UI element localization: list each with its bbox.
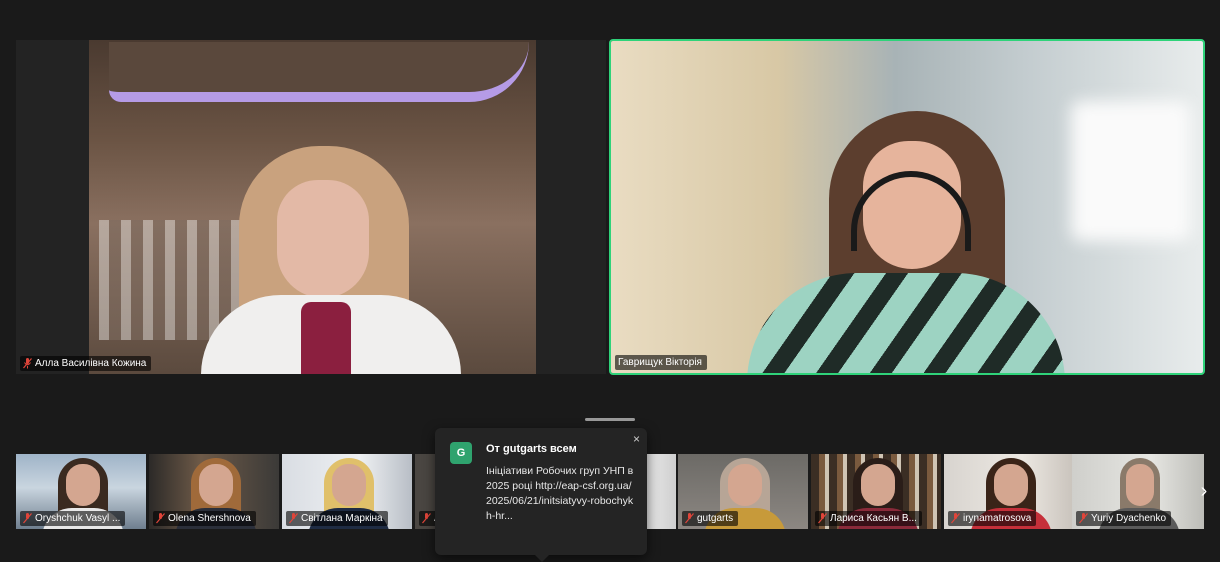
participant-name-tag: Алла Василівна Кожина — [20, 356, 152, 371]
thumbnail-tile[interactable]: Yuriy Dyachenko — [1072, 454, 1204, 529]
sender-avatar: G — [450, 442, 472, 464]
participant-face — [994, 464, 1028, 506]
video-tile-alla[interactable]: Алла Василівна Кожина — [16, 40, 606, 374]
mic-off-icon — [685, 513, 694, 524]
background-window — [1071, 101, 1191, 241]
participant-name: irynamatrosova — [963, 513, 1032, 524]
participant-name: Світлана Маркіна — [301, 513, 383, 524]
mic-off-icon — [818, 513, 827, 524]
thumbnail-tile[interactable] — [646, 454, 676, 529]
participant-name: Yuriy Dyachenko — [1091, 513, 1167, 524]
mic-off-icon — [23, 513, 32, 524]
chat-notification-popup[interactable]: G От gutgarts всем × Ініціативи Робочих … — [435, 428, 647, 562]
participant-face — [861, 464, 895, 506]
participant-face — [1126, 464, 1154, 506]
strip-resize-handle[interactable] — [585, 418, 635, 421]
participant-face — [332, 464, 366, 506]
chevron-right-icon[interactable]: › — [1196, 478, 1212, 504]
video-conference-window: Алла Василівна Кожина Гаврищук Вікторія … — [0, 0, 1220, 562]
participant-name-tag: irynamatrosova — [948, 511, 1037, 526]
participant-name-tag: Світлана Маркіна — [286, 511, 388, 526]
participant-name: gutgarts — [697, 513, 734, 524]
participant-face — [728, 464, 762, 506]
participant-name: Лариса Касьян В... — [830, 513, 917, 524]
mic-off-icon — [951, 513, 960, 524]
mic-off-icon — [23, 358, 32, 369]
thumbnail-tile[interactable]: Olena Shershnova — [149, 454, 279, 529]
participant-name-tag: gutgarts — [682, 511, 739, 526]
video-feed — [646, 454, 676, 529]
participant-name-tag: Olena Shershnova — [153, 511, 256, 526]
participant-face — [66, 464, 100, 506]
mic-off-icon — [289, 513, 298, 524]
participant-name: Olena Shershnova — [168, 513, 251, 524]
video-tile-viktoriia[interactable]: Гаврищук Вікторія — [609, 39, 1205, 375]
participant-body — [747, 273, 1065, 373]
participant-name-tag: Yuriy Dyachenko — [1076, 511, 1172, 526]
mic-off-icon — [422, 513, 431, 524]
participant-name: Oryshchuk Vasyl ... — [35, 513, 121, 524]
participant-name: Алла Василівна Кожина — [35, 358, 147, 369]
participant-name-tag: Лариса Касьян В... — [815, 511, 922, 526]
participant-face — [277, 180, 369, 298]
mic-off-icon — [156, 513, 165, 524]
participant-name-tag: Oryshchuk Vasyl ... — [20, 511, 126, 526]
thumbnail-tile[interactable]: Лариса Касьян В... — [811, 454, 941, 529]
close-icon[interactable]: × — [633, 432, 640, 446]
thumbnail-tile[interactable]: Oryshchuk Vasyl ... — [16, 454, 146, 529]
participant-top — [301, 302, 351, 374]
participant-name: Гаврищук Вікторія — [618, 357, 702, 368]
participant-name-tag: Гаврищук Вікторія — [615, 355, 707, 370]
thumbnail-tile[interactable]: Світлана Маркіна — [282, 454, 412, 529]
background-ceiling — [109, 42, 529, 102]
chat-message[interactable]: Ініціативи Робочих груп УНП в 2025 році … — [486, 464, 636, 524]
video-feed — [89, 40, 536, 374]
video-feed — [611, 41, 1203, 373]
participant-face — [199, 464, 233, 506]
chat-sender: От gutgarts всем — [486, 443, 577, 455]
thumbnail-tile[interactable]: gutgarts — [678, 454, 808, 529]
mic-off-icon — [1079, 513, 1088, 524]
thumbnail-tile[interactable]: irynamatrosova — [944, 454, 1074, 529]
